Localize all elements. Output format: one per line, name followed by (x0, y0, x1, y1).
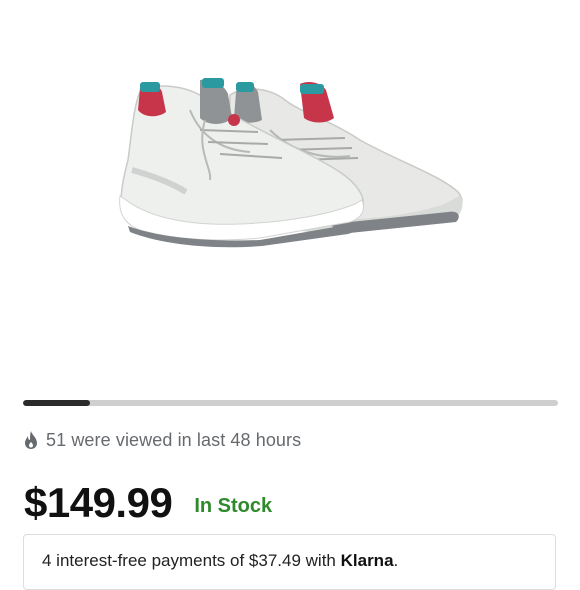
price-row: $149.99 In Stock (24, 478, 272, 528)
stock-status: In Stock (194, 494, 273, 517)
flame-icon (22, 430, 40, 450)
sneakers-illustration (119, 78, 463, 248)
image-carousel-progress-fill (23, 400, 90, 406)
klarna-installments-text: 4 interest-free payments of $37.49 with (42, 551, 341, 570)
klarna-period: . (393, 551, 399, 570)
recent-views-text: 51 were viewed in last 48 hours (46, 429, 302, 450)
klarna-payment-info[interactable]: 4 interest-free payments of $37.49 with … (23, 534, 556, 590)
image-carousel-progress-track[interactable] (23, 400, 558, 406)
recent-views-notice: 51 were viewed in last 48 hours (22, 428, 301, 452)
klarna-logo-text: Klarna (340, 551, 394, 570)
product-image[interactable] (0, 0, 580, 390)
price: $149.99 (24, 479, 173, 526)
